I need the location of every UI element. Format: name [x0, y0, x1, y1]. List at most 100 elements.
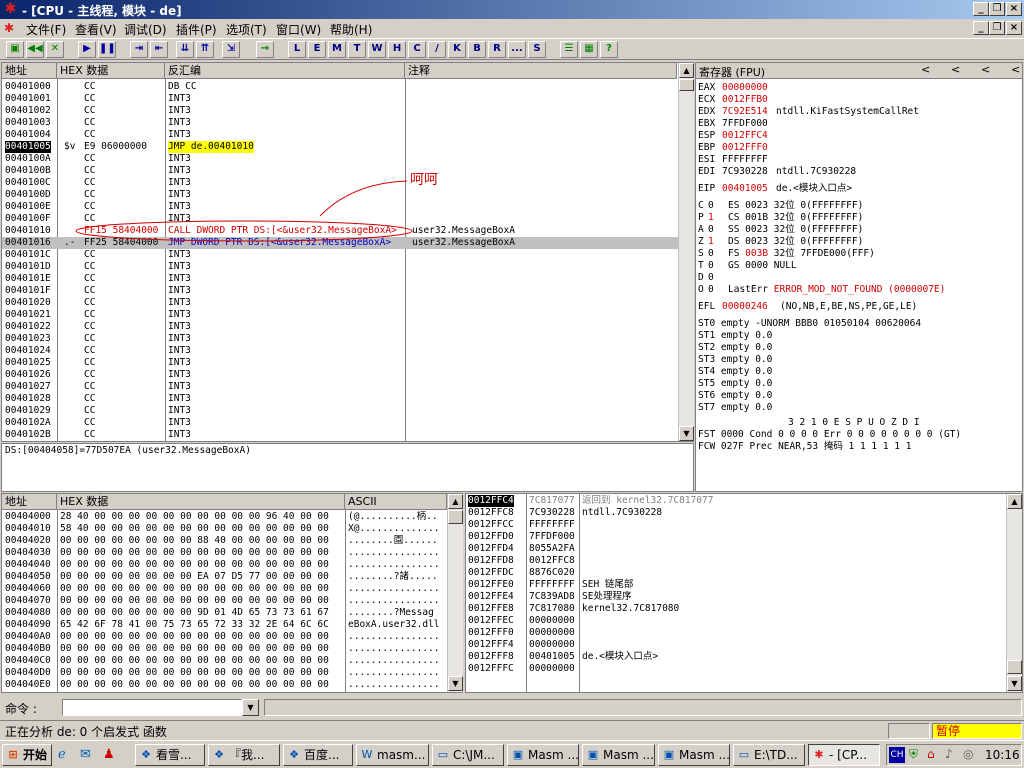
go-to-icon[interactable]: → [256, 41, 274, 58]
flag-value[interactable]: 1 [708, 212, 714, 224]
dump-row[interactable]: 00404040 00 00 00 00 00 00 00 00 00 00 00… [2, 559, 447, 571]
register-row[interactable]: ESI FFFFFFFF [698, 154, 1022, 166]
dump-row[interactable]: 004040B0 00 00 00 00 00 00 00 00 00 00 00… [2, 643, 447, 655]
patches-window-button[interactable]: / [428, 41, 446, 58]
stack-row[interactable]: 0012FFDC 8876C020 [466, 567, 1006, 579]
taskbar-button[interactable]: ▣ Masm ... [658, 744, 730, 766]
modules-window-button[interactable]: E [308, 41, 326, 58]
register-nav-2[interactable]: < [951, 63, 960, 76]
grid-icon[interactable]: ▦ [580, 41, 598, 58]
fpu-row[interactable]: ST6 empty 0.0 [698, 390, 1022, 402]
disasm-row[interactable]: 0040101C CC INT3 [2, 249, 678, 261]
register-row[interactable]: EDX 7C92E514 ntdll.KiFastSystemCallRet [698, 106, 1022, 118]
taskbar-button[interactable]: ✱ - [CP... [808, 744, 880, 766]
disasm-row[interactable]: 0040100C CC INT3 [2, 177, 678, 189]
fpu-row[interactable]: ST7 empty 0.0 [698, 402, 1022, 414]
disasm-row[interactable]: 00401024 CC INT3 [2, 345, 678, 357]
restart-icon[interactable]: ◀◀ [26, 41, 44, 58]
dump-row[interactable]: 00404020 00 00 00 00 00 00 00 00 88 40 00… [2, 535, 447, 547]
scroll-up-arrow[interactable]: ▲ [679, 63, 694, 78]
disasm-row[interactable]: 00401001 CC INT3 [2, 93, 678, 105]
registers-title[interactable]: 寄存器 (FPU) [699, 64, 765, 80]
mdi-icon[interactable]: ✱ [4, 21, 20, 35]
dump-scrollbar[interactable]: ▲ ▼ [447, 494, 463, 692]
dump-row[interactable]: 004040A0 00 00 00 00 00 00 00 00 00 00 00… [2, 631, 447, 643]
taskbar-button[interactable]: Wmasm... [356, 744, 429, 766]
flag-row[interactable]: O 0 LastErr ERROR_MOD_NOT_FOUND (0000007E) [698, 284, 1022, 296]
run-icon[interactable]: ▶ [78, 41, 96, 58]
stack-row[interactable]: 0012FFC4 7C817077 返回到 kernel32.7C817077 [466, 495, 1006, 507]
memory-window-button[interactable]: M [328, 41, 346, 58]
scroll-thumb[interactable] [679, 79, 694, 91]
taskbar-button[interactable]: ❖ 看雪... [135, 744, 205, 766]
stack-row[interactable]: 0012FFF0 00000000 [466, 627, 1006, 639]
stack-row[interactable]: 0012FFF8 00401005 de.<模块入口点> [466, 651, 1006, 663]
flag-value[interactable]: 0 [708, 224, 714, 236]
register-nav-1[interactable]: < [921, 63, 930, 76]
disasm-row[interactable]: 00401020 CC INT3 [2, 297, 678, 309]
fpu-row[interactable]: ST0 empty -UNORM BBB0 01050104 00620064 [698, 318, 1022, 330]
fcw-row[interactable]: FCW 027F Prec NEAR,53 掩码 1 1 1 1 1 1 [698, 441, 911, 453]
dump-header-ascii[interactable]: ASCII [345, 494, 447, 510]
fpu-row[interactable]: ST2 empty 0.0 [698, 342, 1022, 354]
disasm-row[interactable]: 00401022 CC INT3 [2, 321, 678, 333]
register-row[interactable]: EAX 00000000 [698, 82, 1022, 94]
taskbar-button[interactable]: ▣ Masm ... [507, 744, 579, 766]
dump-scroll-thumb[interactable] [448, 510, 463, 524]
efl-value[interactable]: 00000246 [722, 301, 768, 313]
references-window-button[interactable]: R [488, 41, 506, 58]
dump-row[interactable]: 00404090 65 42 6F 78 41 00 75 73 65 72 33… [2, 619, 447, 631]
command-input[interactable] [62, 699, 242, 716]
taskbar-button[interactable]: ❖ 『我... [208, 744, 280, 766]
flag-value[interactable]: 0 [708, 284, 714, 296]
disasm-row[interactable]: 0040102A CC INT3 [2, 417, 678, 429]
disasm-row[interactable]: 00401021 CC INT3 [2, 309, 678, 321]
disasm-header-disassembly[interactable]: 反汇编 [165, 63, 405, 79]
execute-till-return-icon[interactable]: ⇲ [222, 41, 240, 58]
dump-row[interactable]: 004040E0 00 00 00 00 00 00 00 00 00 00 00… [2, 679, 447, 691]
run-trace-window-button[interactable]: ... [508, 41, 526, 58]
dump-row[interactable]: 00404080 00 00 00 00 00 00 00 00 9D 01 4D… [2, 607, 447, 619]
breakpoints-window-button[interactable]: B [468, 41, 486, 58]
minimize-button[interactable]: _ [973, 2, 989, 16]
flag-value[interactable]: 1 [708, 236, 714, 248]
callstack-window-button[interactable]: K [448, 41, 466, 58]
flag-row[interactable]: T 0 GS 0000 NULL [698, 260, 1022, 272]
dump-row[interactable]: 00404050 00 00 00 00 00 00 00 00 EA 07 D5… [2, 571, 447, 583]
disasm-row[interactable]: 00401003 CC INT3 [2, 117, 678, 129]
taskbar-button[interactable]: ❖ 百度... [283, 744, 353, 766]
disasm-row[interactable]: 0040100E CC INT3 [2, 201, 678, 213]
mdi-restore-button[interactable]: ❐ [989, 21, 1005, 35]
stack-scroll-down-arrow[interactable]: ▼ [1007, 676, 1022, 691]
mdi-close-button[interactable]: × [1006, 21, 1022, 35]
disasm-row[interactable]: 0040101F CC INT3 [2, 285, 678, 297]
dump-scroll-down-arrow[interactable]: ▼ [448, 676, 463, 691]
disasm-row[interactable]: 00401002 CC INT3 [2, 105, 678, 117]
eip-value[interactable]: 00401005 [722, 183, 768, 195]
fpu-row[interactable]: ST1 empty 0.0 [698, 330, 1022, 342]
open-icon[interactable]: ▣ [6, 41, 24, 58]
disasm-row[interactable]: 00401023 CC INT3 [2, 333, 678, 345]
disasm-row[interactable]: 00401004 CC INT3 [2, 129, 678, 141]
flag-row[interactable]: D0 [698, 272, 1022, 284]
register-row[interactable]: EDI 7C930228 ntdll.7C930228 [698, 166, 1022, 178]
register-value[interactable]: 00000000 [722, 82, 768, 94]
register-row[interactable]: ECX 0012FFB0 [698, 94, 1022, 106]
dump-row[interactable]: 00404060 00 00 00 00 00 00 00 00 00 00 00… [2, 583, 447, 595]
flag-row[interactable]: P 1 CS 001B 32位 0(FFFFFFFF) [698, 212, 1022, 224]
pause-icon[interactable]: ❚❚ [98, 41, 116, 58]
disasm-row[interactable]: 0040101E CC INT3 [2, 273, 678, 285]
fpu-row[interactable]: ST3 empty 0.0 [698, 354, 1022, 366]
register-nav-4[interactable]: < [1011, 63, 1020, 76]
stack-row[interactable]: 0012FFE4 7C839AD8 SE处理程序 [466, 591, 1006, 603]
fpu-row[interactable]: ST4 empty 0.0 [698, 366, 1022, 378]
ime-indicator[interactable]: CH [889, 747, 905, 763]
outlook-icon[interactable]: ✉ [80, 747, 96, 763]
dump-row[interactable]: 00404030 00 00 00 00 00 00 00 00 00 00 00… [2, 547, 447, 559]
menu-view[interactable]: 查看(V) [75, 21, 117, 38]
stack-row[interactable]: 0012FFE0 FFFFFFFF SEH 链尾部 [466, 579, 1006, 591]
windows-window-button[interactable]: W [368, 41, 386, 58]
dump-row[interactable]: 00404010 58 40 00 00 00 00 00 00 00 00 00… [2, 523, 447, 535]
flag-value[interactable]: 0 [708, 248, 714, 260]
eip-row[interactable]: EIP 00401005 de.<模块入口点> [698, 183, 1022, 195]
